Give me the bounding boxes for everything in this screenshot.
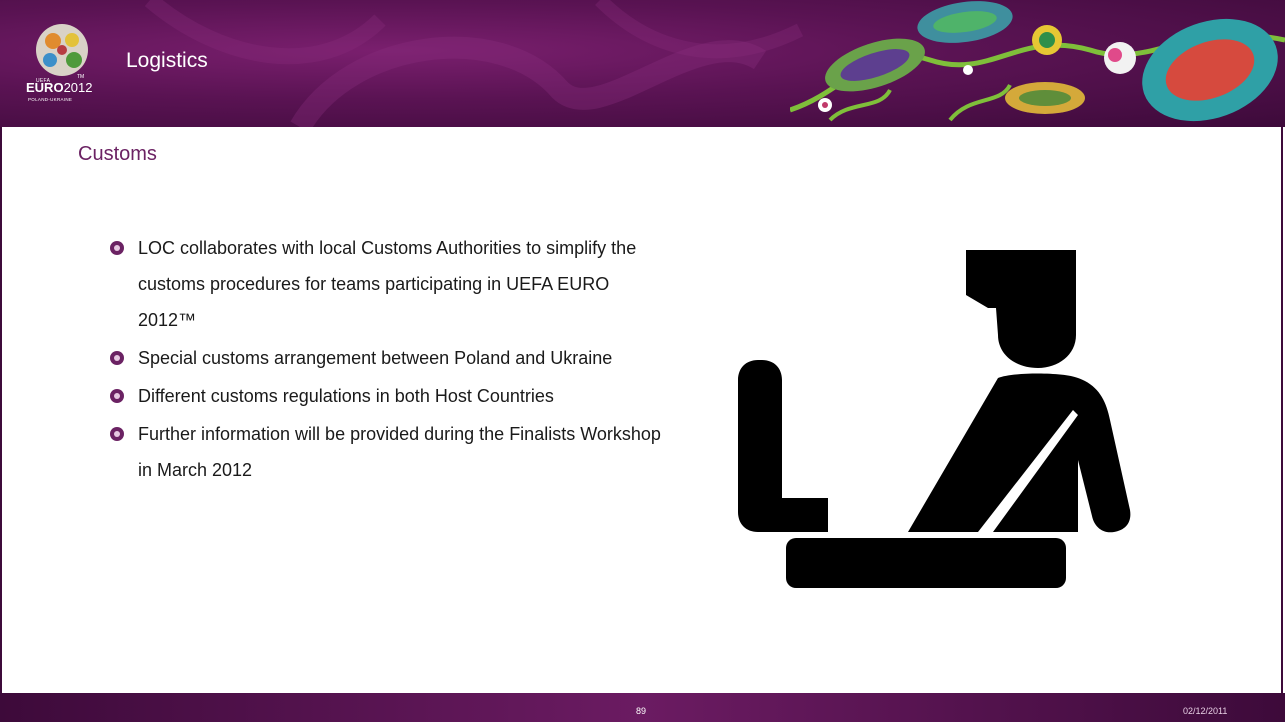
- bullet-icon: [110, 427, 124, 441]
- slide-subtitle: Customs: [78, 143, 157, 165]
- bullet-item: Different customs regulations in both Ho…: [110, 378, 670, 414]
- logo-wordmark: EURO2012: [26, 80, 93, 95]
- bullet-icon: [110, 351, 124, 365]
- section-title: Logistics: [126, 49, 208, 72]
- bullet-icon: [110, 241, 124, 255]
- euro2012-logo: TM UEFA: [22, 12, 122, 122]
- stadium-floral-decoration: [790, 1, 1285, 122]
- bullet-item: Further information will be provided dur…: [110, 416, 670, 488]
- page-number: 89: [636, 706, 647, 716]
- slide-footer: 89 02/12/2011: [0, 693, 1285, 722]
- bullet-item: Special customs arrangement between Pola…: [110, 340, 670, 376]
- bullet-item: LOC collaborates with local Customs Auth…: [110, 230, 670, 338]
- logo-subtext: POLAND-UKRAINE: [28, 97, 73, 102]
- slide-date: 02/12/2011: [1183, 706, 1228, 716]
- slide-header: TM UEFA EURO2012 POLAND-UKRAINE Logistic…: [0, 0, 1285, 127]
- customs-officer-icon: [738, 250, 1131, 588]
- bullet-list: LOC collaborates with local Customs Auth…: [110, 230, 670, 490]
- bullet-icon: [110, 389, 124, 403]
